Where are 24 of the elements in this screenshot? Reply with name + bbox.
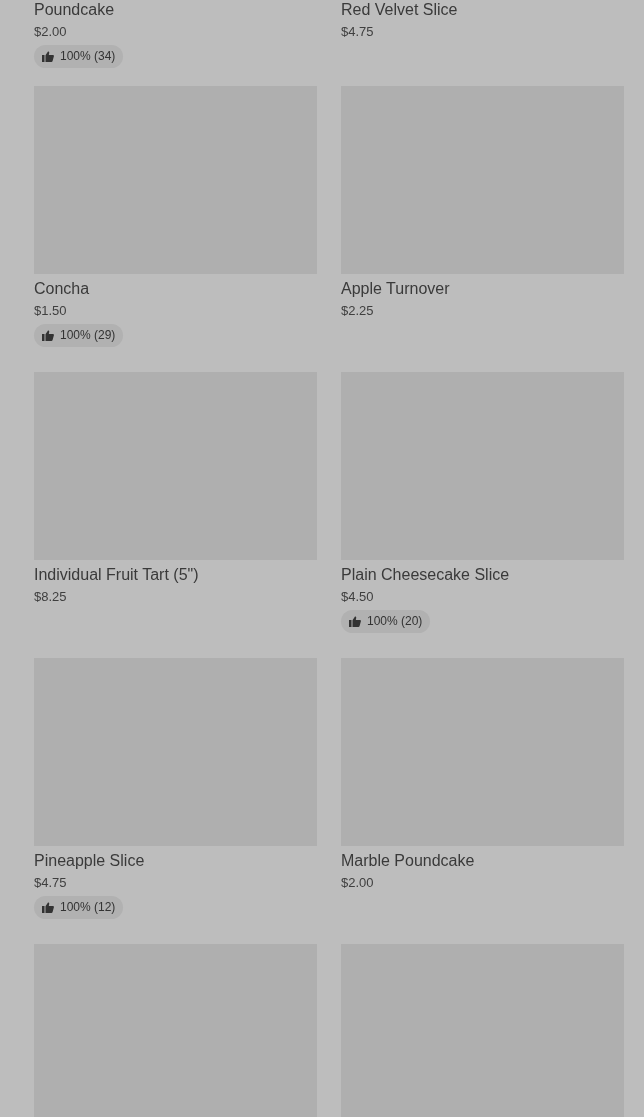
product-name[interactable]: Concha <box>34 279 90 299</box>
product-name[interactable]: Marble Poundcake <box>341 851 475 871</box>
product-name[interactable]: Red Velvet Slice <box>341 0 458 20</box>
rating-text: 100% (34) <box>60 48 116 65</box>
product-price: $8.25 <box>34 588 67 606</box>
product-name[interactable]: Plain Cheesecake Slice <box>341 565 510 585</box>
rating-text: 100% (20) <box>367 613 423 630</box>
thumbs-up-icon <box>349 616 361 627</box>
thumbs-up-icon <box>42 902 54 913</box>
product-price: $4.75 <box>34 874 67 892</box>
rating-text: 100% (29) <box>60 327 116 344</box>
product-price: $4.75 <box>341 23 374 41</box>
product-price: $2.25 <box>341 302 374 320</box>
product-price: $2.00 <box>341 874 374 892</box>
product-price: $1.50 <box>34 302 67 320</box>
product-price: $2.00 <box>34 23 67 41</box>
thumbs-up-icon <box>42 51 54 62</box>
product-name[interactable]: Pineapple Slice <box>34 851 145 871</box>
product-name[interactable]: Poundcake <box>34 0 115 20</box>
rating-text: 100% (12) <box>60 899 116 916</box>
product-name[interactable]: Apple Turnover <box>341 279 450 299</box>
product-name[interactable]: Individual Fruit Tart (5") <box>34 565 199 585</box>
product-price: $4.50 <box>341 588 374 606</box>
thumbs-up-icon <box>42 330 54 341</box>
